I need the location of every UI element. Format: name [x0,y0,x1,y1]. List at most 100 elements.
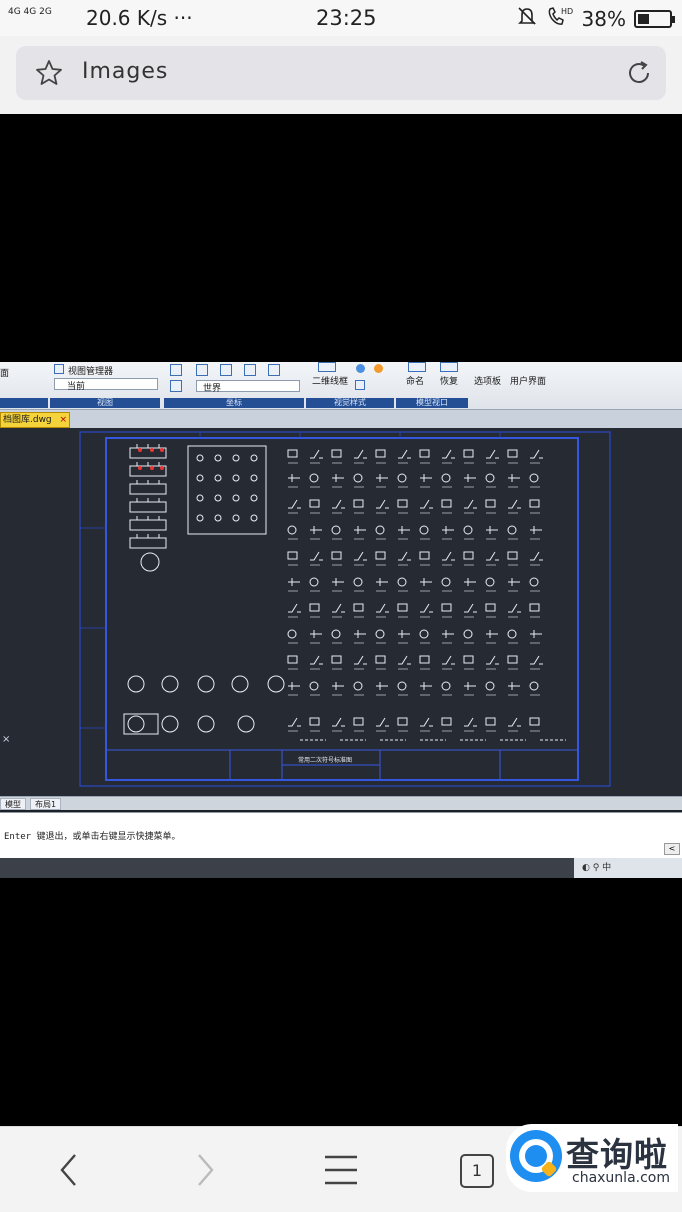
relay-symbol [353,603,364,612]
ucs-icon[interactable] [170,364,182,376]
bookmark-star-icon[interactable] [34,58,64,92]
contact-symbol [398,630,410,638]
ime-language[interactable]: 中 [602,863,611,873]
panel-indicator [214,514,222,522]
ucs-y-icon[interactable] [220,364,232,376]
back-button[interactable] [44,1147,94,1193]
relay-symbol [331,655,342,664]
electrical-symbols [123,444,566,741]
contact-symbol [376,682,388,690]
contact-symbol [354,526,366,534]
ucs-world-icon[interactable] [170,380,182,392]
ucs-select[interactable]: 世界 [196,380,300,394]
contact-symbol [310,630,322,638]
switch-symbol [464,499,477,509]
visual-style-label[interactable]: 二维线框 [312,374,348,387]
view-select[interactable]: 当前 [54,378,158,392]
menu-button[interactable] [316,1147,366,1193]
reload-icon[interactable] [624,58,654,92]
cad-ribbon: 面 视图管理器 当前 世界 二维线框 命名 恢复 选项板 用户界面 视图 坐标 … [0,362,682,410]
relay-symbol [485,499,496,508]
drawing-svg: 常用二次符号标准图 × [2,431,611,787]
command-scroll-button[interactable]: < [664,843,680,855]
close-tab-icon[interactable]: × [59,413,67,427]
visual-style-icon[interactable] [318,362,336,372]
contact-symbol [442,630,454,638]
contact-symbol [310,526,322,534]
contact-symbol [398,526,410,534]
contactor-symbol [129,483,167,495]
relay-symbol [419,449,430,458]
switch-symbol [354,449,367,459]
shade-sphere-orange-icon[interactable] [374,364,383,373]
drawing-canvas[interactable]: 常用二次符号标准图 × [0,428,682,796]
visual-style-settings-icon[interactable] [355,380,365,390]
lamp-symbol [507,629,517,639]
relay-symbol [485,717,496,726]
lamp-symbol [353,681,363,691]
name-viewport-icon[interactable] [408,362,426,372]
ucs-origin-icon[interactable] [268,364,280,376]
shade-sphere-blue-icon[interactable] [356,364,365,373]
lamp-symbol [485,577,495,587]
tab-model[interactable]: 模型 [0,798,26,810]
ucs-z-icon[interactable] [244,364,256,376]
relay-symbol [397,499,408,508]
document-tab[interactable]: 档图库.dwg × [0,412,70,428]
contact-symbol [420,578,432,586]
lamp-symbol [485,473,495,483]
contact-symbol [332,682,344,690]
switch-symbol [530,655,543,665]
switch-symbol [288,499,301,509]
switch-symbol [332,603,345,613]
name-viewport-button[interactable]: 命名 [406,374,424,387]
switch-symbol [530,449,543,459]
motor-symbol [140,552,160,572]
relay-symbol [419,655,430,664]
switch-symbol [508,499,521,509]
switch-symbol [310,551,323,561]
switch-symbol [376,499,389,509]
tab-layout1[interactable]: 布局1 [30,798,62,810]
lamp-symbol [309,681,319,691]
svg-text:HD: HD [561,7,573,16]
view-manager-icon[interactable] [54,364,64,374]
switch-symbol [332,717,345,727]
relay-symbol [287,449,298,458]
contact-symbol [508,474,520,482]
panel-label-view: 视图 [50,398,160,408]
restore-viewport-icon[interactable] [440,362,458,372]
watermark-search-icon [510,1130,562,1182]
contact-symbol [376,474,388,482]
watermark-logo: 查询啦 chaxunla.com [506,1124,678,1192]
contact-symbol [508,578,520,586]
lamp-symbol [287,525,297,535]
relay-symbol [397,603,408,612]
relay-symbol [419,551,430,560]
ribbon-panel-labels: 视图 坐标 视觉样式 模型视口 [0,398,560,408]
image-viewer[interactable]: 面 视图管理器 当前 世界 二维线框 命名 恢复 选项板 用户界面 视图 坐标 … [0,114,682,1126]
device-symbol [237,715,255,733]
address-bar[interactable]: Images [16,46,666,100]
options-panel-button[interactable]: 选项板 [474,374,501,387]
device-symbol [161,675,179,693]
red-marker [138,466,142,470]
battery-percent: 38% [581,6,626,31]
restore-viewport-button[interactable]: 恢复 [440,374,458,387]
ucs-x-icon[interactable] [196,364,208,376]
forward-button[interactable] [180,1147,230,1193]
menu-icon [325,1155,357,1185]
url-text[interactable]: Images [82,59,168,84]
ime-icon[interactable]: ◐ ⚲ [582,863,602,873]
switch-symbol [310,449,323,459]
command-line[interactable]: Enter 键退出，或单击右键显示快捷菜单。 < [0,812,682,858]
relay-symbol [353,717,364,726]
network-speed: 20.6 K/s ··· [86,6,193,30]
contact-symbol [376,578,388,586]
view-manager-button[interactable]: 视图管理器 [68,364,113,377]
switch-symbol [442,655,455,665]
command-prompt-text: Enter 键退出，或单击右键显示快捷菜单。 [4,832,181,842]
tabs-button[interactable]: 1 [460,1154,494,1188]
user-interface-button[interactable]: 用户界面 [510,374,546,387]
lamp-symbol [441,577,451,587]
